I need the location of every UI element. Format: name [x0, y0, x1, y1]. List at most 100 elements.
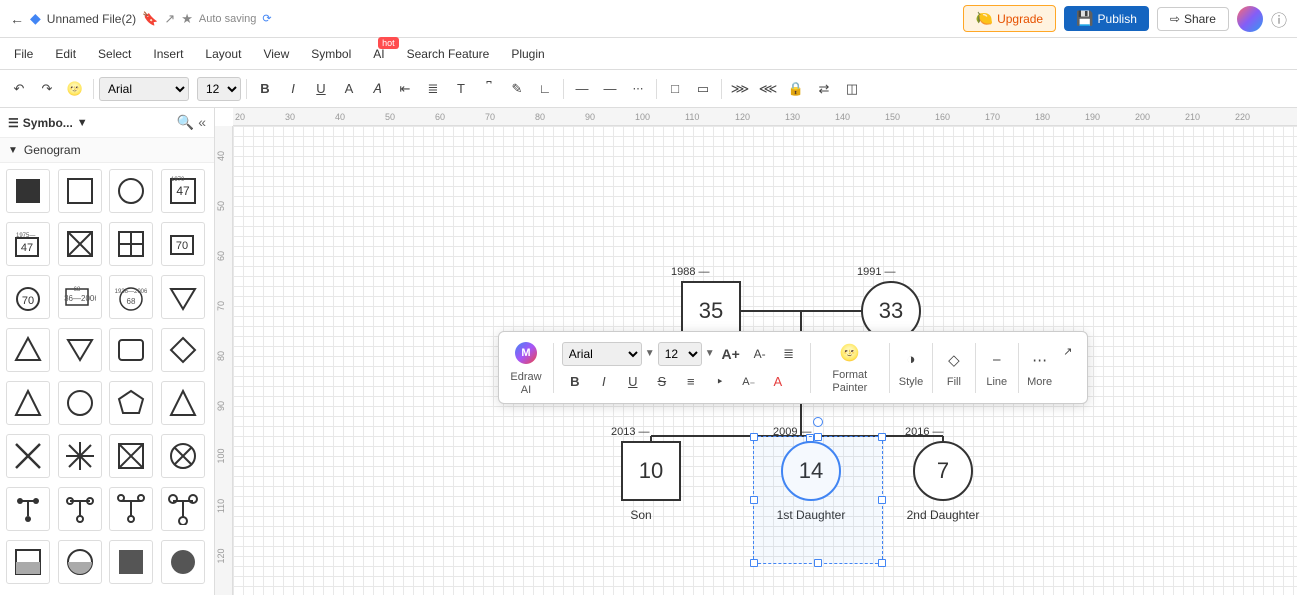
- sym-square-outline[interactable]: [58, 169, 102, 213]
- lock-button[interactable]: 🔒: [783, 76, 809, 102]
- sym-square-age[interactable]: 47 1975—: [6, 222, 50, 266]
- sym-circle-dark[interactable]: [161, 540, 205, 584]
- share-button[interactable]: ⇨ Share: [1157, 7, 1229, 31]
- font-family-select[interactable]: Arial Times New Roman Helvetica: [99, 77, 189, 101]
- sym-triangle-down[interactable]: [161, 275, 205, 319]
- sym-triangle-up[interactable]: [6, 381, 50, 425]
- help-icon[interactable]: ⓘ: [1271, 7, 1287, 31]
- shadow-button[interactable]: ▭: [690, 76, 716, 102]
- sym-circle-label[interactable]: 1936—2006 68: [109, 275, 153, 319]
- redo-button[interactable]: ↷: [34, 76, 60, 102]
- distribute-button[interactable]: ⋘: [755, 76, 781, 102]
- ft-italic[interactable]: I: [591, 369, 617, 395]
- sym-node1[interactable]: [6, 487, 50, 531]
- ft-size-select[interactable]: 12: [658, 342, 702, 366]
- sym-circle-half[interactable]: [58, 540, 102, 584]
- sym-rect-label[interactable]: 1936—2006 68: [58, 275, 102, 319]
- sym-triangle-outline[interactable]: [6, 328, 50, 372]
- ft-font-select[interactable]: Arial: [562, 342, 642, 366]
- ft-list2[interactable]: ‣: [707, 369, 733, 395]
- clear-format-button[interactable]: ⎴: [476, 76, 502, 102]
- ft-strikethrough[interactable]: S: [649, 369, 675, 395]
- waypoint-button[interactable]: ⋯: [625, 76, 651, 102]
- ft-color[interactable]: A: [765, 369, 791, 395]
- font-style-button[interactable]: 𝐴: [364, 76, 390, 102]
- sym-diamond[interactable]: [161, 328, 205, 372]
- undo-button[interactable]: ↶: [6, 76, 32, 102]
- connector-button[interactable]: ∟: [532, 76, 558, 102]
- menu-search[interactable]: Search Feature: [397, 43, 500, 65]
- sidebar-chevron[interactable]: ▼: [77, 117, 88, 129]
- sym-circle-x[interactable]: [161, 434, 205, 478]
- menu-insert[interactable]: Insert: [143, 43, 193, 65]
- align-button[interactable]: ≣: [420, 76, 446, 102]
- sel-handle-tm[interactable]: [814, 433, 822, 441]
- sidebar-collapse-icon[interactable]: «: [198, 114, 206, 131]
- shape-male-son[interactable]: 10: [621, 441, 681, 501]
- font-size-select[interactable]: 8101214161824: [197, 77, 241, 101]
- genogram-section[interactable]: ▼ Genogram: [0, 138, 214, 163]
- float-toolbar-collapse[interactable]: ↗: [1057, 338, 1079, 364]
- sym-circle-age1[interactable]: 70: [6, 275, 50, 319]
- menu-view[interactable]: View: [253, 43, 299, 65]
- ft-sub[interactable]: A₋: [736, 369, 762, 395]
- sidebar-search-icon[interactable]: 🔍: [177, 114, 194, 131]
- sym-asterisk[interactable]: [58, 434, 102, 478]
- more-button[interactable]: ⋯: [1027, 347, 1053, 373]
- font-color-button[interactable]: A: [336, 76, 362, 102]
- sel-handle-br[interactable]: [878, 559, 886, 567]
- rotate-handle[interactable]: [813, 417, 823, 427]
- sym-node3[interactable]: [109, 487, 153, 531]
- sym-square-x[interactable]: [58, 222, 102, 266]
- sym-square-solid[interactable]: [6, 169, 50, 213]
- menu-edit[interactable]: Edit: [45, 43, 86, 65]
- pen-button[interactable]: ✎: [504, 76, 530, 102]
- ft-align[interactable]: ≣: [776, 341, 802, 367]
- sym-circle-outline[interactable]: [109, 169, 153, 213]
- bold-button[interactable]: B: [252, 76, 278, 102]
- shape-button[interactable]: □: [662, 76, 688, 102]
- canvas-area[interactable]: 203040 506070 8090100 110120130 14015016…: [215, 108, 1297, 595]
- underline-button[interactable]: U: [308, 76, 334, 102]
- sym-square-dark[interactable]: [109, 540, 153, 584]
- menu-layout[interactable]: Layout: [195, 43, 251, 65]
- shape-female-2nd[interactable]: 7: [913, 441, 973, 501]
- user-avatar[interactable]: [1237, 6, 1263, 32]
- sym-x-shape[interactable]: [6, 434, 50, 478]
- fill-button[interactable]: ◇: [941, 347, 967, 373]
- line-button[interactable]: ⎯: [984, 347, 1010, 373]
- ft-list1[interactable]: ≡: [678, 369, 704, 395]
- sym-pentagon[interactable]: [109, 381, 153, 425]
- sel-handle-tr[interactable]: [878, 433, 886, 441]
- format-painter-toolbar[interactable]: 🌝: [62, 76, 88, 102]
- arrange-button[interactable]: ⋙: [727, 76, 753, 102]
- sym-square-half[interactable]: [6, 540, 50, 584]
- ft-font-shrink[interactable]: A-: [747, 341, 773, 367]
- sel-handle-mr[interactable]: [878, 496, 886, 504]
- sel-handle-tl[interactable]: [750, 433, 758, 441]
- sym-node2[interactable]: [58, 487, 102, 531]
- canvas-grid[interactable]: 35 1988 — 33 1991 — 10 2013 — Son 14: [233, 126, 1297, 595]
- menu-select[interactable]: Select: [88, 43, 141, 65]
- back-icon[interactable]: ←: [10, 11, 24, 27]
- group-button[interactable]: ⇄: [811, 76, 837, 102]
- sel-handle-bm[interactable]: [814, 559, 822, 567]
- sym-square-number2[interactable]: 70: [161, 222, 205, 266]
- edraw-ai-icon[interactable]: M: [515, 342, 537, 364]
- sym-square-cross[interactable]: [109, 222, 153, 266]
- sel-handle-bl[interactable]: [750, 559, 758, 567]
- publish-button[interactable]: 💾 Publish: [1064, 6, 1149, 31]
- align-left-button[interactable]: ⇤: [392, 76, 418, 102]
- sym-triangle2[interactable]: [161, 381, 205, 425]
- text-button[interactable]: T: [448, 76, 474, 102]
- menu-plugin[interactable]: Plugin: [501, 43, 554, 65]
- line-style-button[interactable]: —: [569, 76, 595, 102]
- sym-triangle-inv[interactable]: [58, 328, 102, 372]
- sym-circle-sm[interactable]: [58, 381, 102, 425]
- ft-underline[interactable]: U: [620, 369, 646, 395]
- table-button[interactable]: ◫: [839, 76, 865, 102]
- style-button[interactable]: ◑: [898, 347, 924, 373]
- ft-bold[interactable]: B: [562, 369, 588, 395]
- menu-ai[interactable]: AI hot: [363, 43, 394, 65]
- sym-node4[interactable]: [161, 487, 205, 531]
